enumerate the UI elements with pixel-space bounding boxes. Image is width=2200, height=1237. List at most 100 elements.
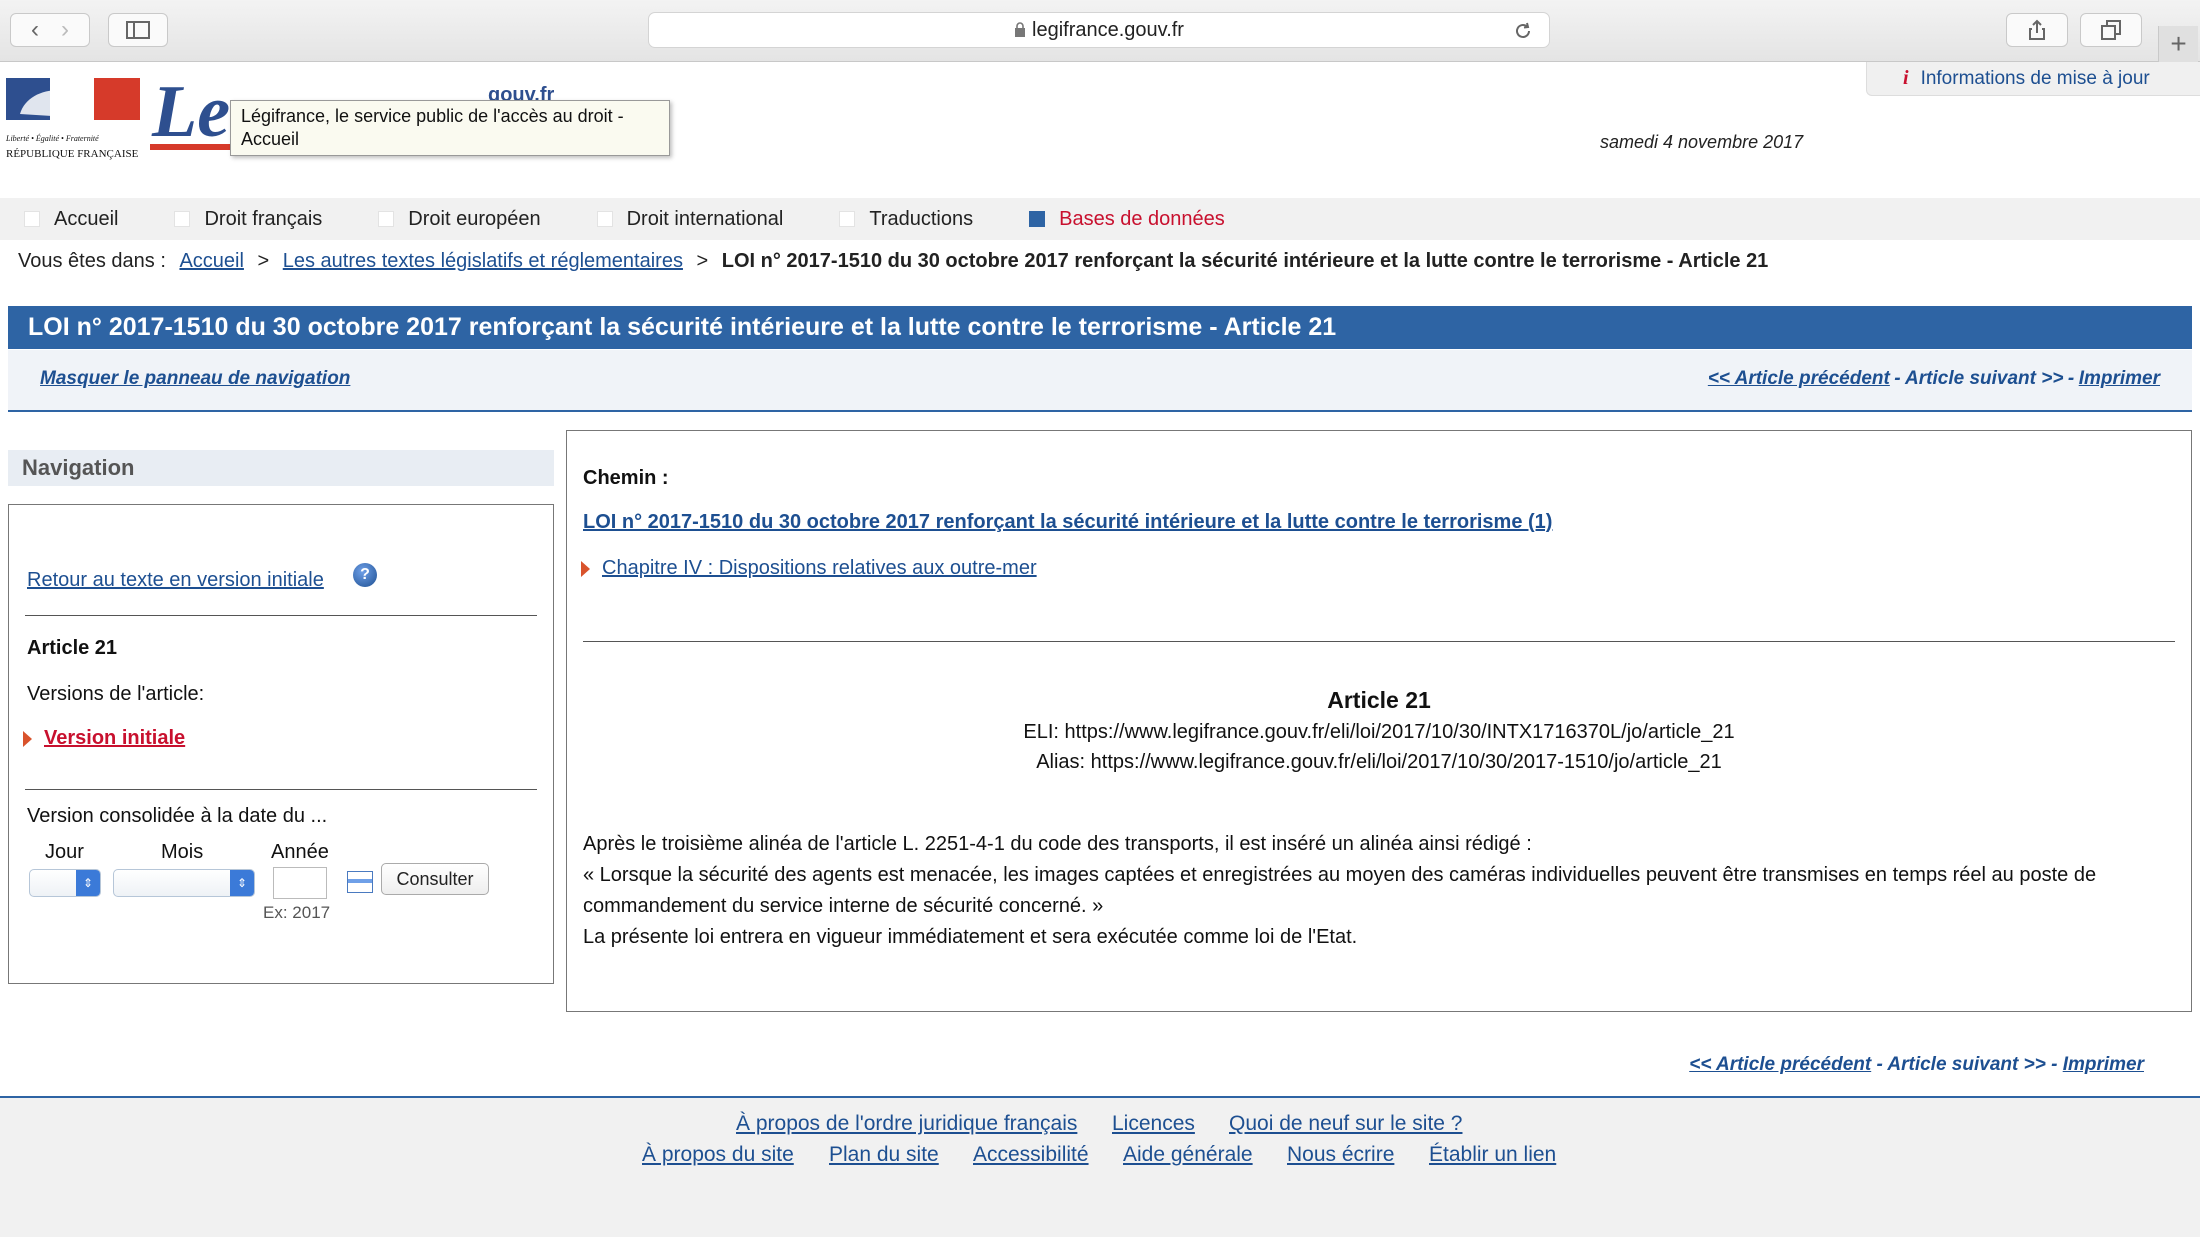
divider bbox=[25, 789, 537, 790]
footer-link-licences[interactable]: Licences bbox=[1112, 1112, 1195, 1136]
nav-bullet-icon bbox=[1029, 211, 1046, 227]
footer: À propos de l'ordre juridique français L… bbox=[0, 1096, 2200, 1237]
footer-link-accessibilite[interactable]: Accessibilité bbox=[973, 1143, 1089, 1167]
reload-icon[interactable] bbox=[1513, 21, 1533, 41]
breadcrumb-separator: > bbox=[257, 250, 270, 272]
divider bbox=[25, 615, 537, 616]
article-paragraph: Après le troisième alinéa de l'article L… bbox=[583, 833, 1532, 855]
jour-label: Jour bbox=[45, 841, 84, 863]
sidebar-toggle-button[interactable] bbox=[108, 13, 168, 47]
article-heading: Article 21 bbox=[1327, 687, 1431, 713]
logo-tooltip: Légifrance, le service public de l'accès… bbox=[230, 100, 670, 156]
mois-label: Mois bbox=[161, 841, 204, 863]
nav-item-accueil[interactable]: Accueil bbox=[24, 208, 118, 231]
help-icon[interactable]: ? bbox=[353, 563, 377, 587]
breadcrumb-prefix: Vous êtes dans : bbox=[18, 250, 166, 272]
sidebar-icon bbox=[126, 21, 150, 39]
tabs-button[interactable] bbox=[2080, 13, 2142, 47]
nav-label: Droit français bbox=[204, 207, 323, 230]
select-arrows-icon: ⇕ bbox=[230, 870, 254, 896]
footer-link-aide-generale[interactable]: Aide générale bbox=[1123, 1143, 1253, 1167]
article-pagination-bottom: << Article précédent - Article suivant >… bbox=[1689, 1054, 2144, 1076]
calendar-icon[interactable] bbox=[347, 871, 373, 893]
article-precedent-link[interactable]: << Article précédent bbox=[1689, 1054, 1871, 1075]
republique-name: RÉPUBLIQUE FRANÇAISE bbox=[6, 148, 139, 160]
chapitre-link[interactable]: Chapitre IV : Dispositions relatives aux… bbox=[602, 557, 1037, 579]
breadcrumb: Vous êtes dans : Accueil > Les autres te… bbox=[18, 250, 1768, 273]
infos-mise-a-jour-link[interactable]: i Informations de mise à jour bbox=[1866, 62, 2200, 96]
share-icon bbox=[2029, 19, 2045, 40]
footer-link-etablir-un-lien[interactable]: Établir un lien bbox=[1429, 1143, 1556, 1167]
pagination-separator: - bbox=[1876, 1054, 1883, 1075]
footer-link-nous-ecrire[interactable]: Nous écrire bbox=[1287, 1143, 1394, 1167]
article-paragraph: La présente loi entrera en vigueur imméd… bbox=[583, 926, 1358, 948]
article-suivant-link[interactable]: Article suivant >> bbox=[1905, 368, 2063, 389]
nav-bullet-icon bbox=[378, 211, 395, 227]
footer-link-plan-du-site[interactable]: Plan du site bbox=[829, 1143, 939, 1167]
forward-icon[interactable]: › bbox=[61, 16, 69, 44]
footer-link-ordre-juridique[interactable]: À propos de l'ordre juridique français bbox=[736, 1112, 1077, 1136]
article-label: Article 21 bbox=[27, 637, 118, 659]
article-pagination-top: << Article précédent - Article suivant >… bbox=[1708, 368, 2160, 390]
nav-bullet-icon bbox=[174, 211, 191, 227]
consulter-button[interactable]: Consulter bbox=[381, 863, 489, 895]
breadcrumb-autres-textes-link[interactable]: Les autres textes législatifs et régleme… bbox=[283, 250, 683, 272]
nav-label: Bases de données bbox=[1059, 207, 1225, 230]
article-toolbar: Masquer le panneau de navigation << Arti… bbox=[8, 350, 2192, 412]
logo-text: Le bbox=[152, 71, 231, 153]
nav-item-droit-international[interactable]: Droit international bbox=[596, 207, 784, 231]
nav-item-traductions[interactable]: Traductions bbox=[839, 208, 973, 231]
jour-select[interactable]: ⇕ bbox=[29, 869, 101, 897]
article-paragraph: « Lorsque la sécurité des agents est men… bbox=[583, 864, 2097, 917]
article-suivant-link[interactable]: Article suivant >> bbox=[1887, 1054, 2045, 1075]
nav-label: Accueil bbox=[54, 207, 119, 230]
browser-toolbar: ‹ › legifrance.gouv.fr + bbox=[0, 0, 2200, 62]
retour-version-initiale-link[interactable]: Retour au texte en version initiale bbox=[27, 569, 324, 592]
divider bbox=[583, 641, 2175, 642]
nav-label: Traductions bbox=[869, 207, 974, 230]
info-icon: i bbox=[1903, 67, 1909, 89]
sidebar-heading: Navigation bbox=[8, 450, 554, 486]
date-text: samedi 4 novembre 2017 bbox=[1600, 132, 1804, 152]
tabs-icon bbox=[2101, 20, 2121, 40]
nav-label: Droit international bbox=[626, 207, 784, 230]
nav-item-droit-europeen[interactable]: Droit européen bbox=[378, 208, 541, 231]
url-text: legifrance.gouv.fr bbox=[1032, 18, 1184, 41]
page-title: LOI n° 2017-1510 du 30 octobre 2017 renf… bbox=[8, 306, 2192, 349]
pagination-separator: - bbox=[2067, 368, 2075, 389]
masquer-navigation-link[interactable]: Masquer le panneau de navigation bbox=[40, 368, 350, 390]
back-icon[interactable]: ‹ bbox=[31, 16, 39, 44]
new-tab-button[interactable]: + bbox=[2158, 26, 2198, 62]
breadcrumb-accueil-link[interactable]: Accueil bbox=[179, 250, 243, 272]
pagination-separator: - bbox=[1894, 368, 1901, 389]
article-precedent-link[interactable]: << Article précédent bbox=[1708, 368, 1890, 389]
nav-item-bases-de-donnees[interactable]: Bases de données bbox=[1029, 208, 1225, 231]
marianne-logo[interactable]: Liberté • Égalité • Fraternité RÉPUBLIQU… bbox=[6, 74, 140, 166]
chemin-label: Chemin : bbox=[583, 467, 669, 489]
share-button[interactable] bbox=[2006, 13, 2068, 47]
mois-select[interactable]: ⇕ bbox=[113, 869, 255, 897]
version-consolidee-label: Version consolidée à la date du ... bbox=[27, 805, 328, 827]
footer-link-quoi-de-neuf[interactable]: Quoi de neuf sur le site ? bbox=[1229, 1112, 1462, 1136]
imprimer-link[interactable]: Imprimer bbox=[2063, 1054, 2144, 1075]
footer-link-a-propos-site[interactable]: À propos du site bbox=[642, 1143, 794, 1167]
imprimer-link[interactable]: Imprimer bbox=[2079, 368, 2160, 389]
breadcrumb-current: LOI n° 2017-1510 du 30 octobre 2017 renf… bbox=[721, 250, 1769, 272]
back-forward-buttons[interactable]: ‹ › bbox=[10, 13, 90, 47]
pagination-separator: - bbox=[2051, 1054, 2058, 1075]
nav-item-droit-francais[interactable]: Droit français bbox=[174, 208, 322, 231]
infos-label: Informations de mise à jour bbox=[1920, 67, 2150, 89]
version-initiale-item[interactable]: Version initiale bbox=[23, 727, 185, 750]
alias-text: Alias: https://www.legifrance.gouv.fr/el… bbox=[1036, 751, 1722, 773]
address-bar[interactable]: legifrance.gouv.fr bbox=[648, 12, 1550, 48]
version-initiale-link[interactable]: Version initiale bbox=[44, 727, 185, 749]
chapitre-item[interactable]: Chapitre IV : Dispositions relatives aux… bbox=[581, 557, 1037, 580]
annee-input[interactable] bbox=[273, 867, 327, 899]
marianne-icon bbox=[6, 78, 140, 120]
versions-label: Versions de l'article: bbox=[27, 683, 205, 705]
arrow-right-icon bbox=[581, 560, 590, 577]
legifrance-logo[interactable]: Le bbox=[152, 70, 230, 155]
main-nav: Accueil Droit français Droit européen Dr… bbox=[0, 198, 2200, 240]
loi-link[interactable]: LOI n° 2017-1510 du 30 octobre 2017 renf… bbox=[583, 511, 1552, 534]
article-content: Chemin : LOI n° 2017-1510 du 30 octobre … bbox=[566, 430, 2192, 1012]
